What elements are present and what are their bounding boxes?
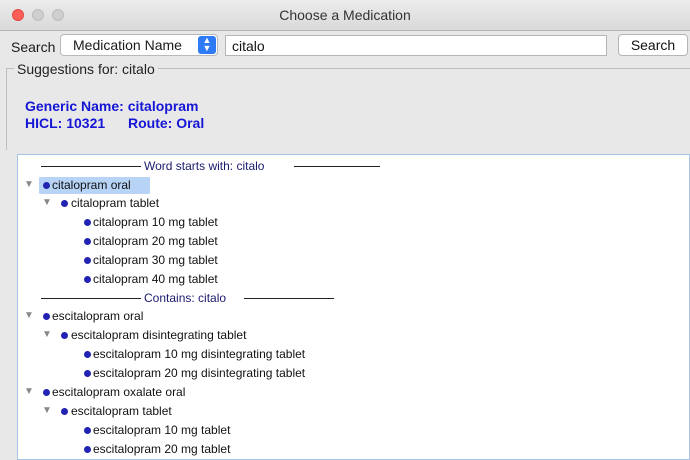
node-bullet-icon [43,313,50,320]
tree-item-label: escitalopram 10 mg tablet [93,423,231,437]
hicl-text: HICL: 10321 [25,115,106,131]
tree-item-label: escitalopram 20 mg disintegrating tablet [93,366,306,380]
node-bullet-icon [84,427,91,434]
tree-item-escitalopram-oral[interactable]: ▼ escitalopram oral [18,308,689,326]
tree-item-label: citalopram tablet [71,196,160,210]
tree-item-citalopram-20mg[interactable]: citalopram 20 mg tablet [18,233,689,251]
node-bullet-icon [84,257,91,264]
node-bullet-icon [43,182,50,189]
tree-item-label: citalopram oral [52,178,131,192]
tree-item-citalopram-40mg[interactable]: citalopram 40 mg tablet [18,271,689,289]
node-bullet-icon [84,238,91,245]
tree-item-label: citalopram 40 mg tablet [93,272,218,286]
route-text: Route: Oral [128,115,205,131]
tree-item-citalopram-10mg[interactable]: citalopram 10 mg tablet [18,214,689,232]
section-contains-label: Contains: citalo [144,291,227,305]
expand-toggle-icon[interactable]: ▼ [24,179,34,190]
section-starts-label: Word starts with: citalo [144,159,265,173]
search-type-select[interactable]: Medication Name ▲ ▼ [60,34,218,56]
window-titlebar: Choose a Medication [0,0,690,31]
expand-toggle-icon[interactable]: ▼ [24,310,34,321]
tree-item-label: citalopram 20 mg tablet [93,234,218,248]
tree-item-citalopram-tablet[interactable]: ▼ citalopram tablet [18,195,689,213]
suggestions-title: Suggestions for: citalo [14,61,158,77]
node-bullet-icon [84,446,91,453]
node-bullet-icon [61,332,68,339]
node-bullet-icon [61,200,68,207]
search-label: Search [11,39,56,55]
search-type-value: Medication Name [73,37,182,53]
tree-item-citalopram-oral[interactable]: ▼ citalopram oral [18,177,689,195]
tree-item-label: escitalopram oral [52,309,144,323]
section-separator-starts: Word starts with: citalo [18,158,689,174]
tree-item-label: citalopram 30 mg tablet [93,253,218,267]
tree-item-citalopram-30mg[interactable]: citalopram 30 mg tablet [18,252,689,270]
node-bullet-icon [61,408,68,415]
node-bullet-icon [84,276,91,283]
generic-name-text: Generic Name: citalopram [25,98,199,114]
search-input[interactable] [225,35,607,56]
medication-tree[interactable]: Word starts with: citalo ▼ citalopram or… [17,154,690,460]
tree-item-label: escitalopram 20 mg tablet [93,442,231,456]
tree-item-label: citalopram 10 mg tablet [93,215,218,229]
tree-item-escitalopram-20mg-tablet[interactable]: escitalopram 20 mg tablet [18,441,689,459]
tree-item-escitalopram-10mg-tablet[interactable]: escitalopram 10 mg tablet [18,422,689,440]
node-bullet-icon [43,389,50,396]
tree-item-escitalopram-disintegrating[interactable]: ▼ escitalopram disintegrating tablet [18,327,689,345]
expand-toggle-icon[interactable]: ▼ [24,386,34,397]
expand-toggle-icon[interactable]: ▼ [42,329,52,340]
tree-item-escitalopram-tablet[interactable]: ▼ escitalopram tablet [18,403,689,421]
node-bullet-icon [84,219,91,226]
tree-item-escitalopram-10mg-disintegrating[interactable]: escitalopram 10 mg disintegrating tablet [18,346,689,364]
node-bullet-icon [84,370,91,377]
window-title: Choose a Medication [279,7,411,23]
expand-toggle-icon[interactable]: ▼ [42,197,52,208]
tree-item-label: escitalopram disintegrating tablet [71,328,247,342]
tree-item-escitalopram-20mg-disintegrating[interactable]: escitalopram 20 mg disintegrating tablet [18,365,689,383]
node-bullet-icon [84,351,91,358]
tree-item-label: escitalopram 10 mg disintegrating tablet [93,347,306,361]
tree-item-escitalopram-oxalate-oral[interactable]: ▼ escitalopram oxalate oral [18,384,689,402]
chevron-up-down-icon: ▲ ▼ [198,36,216,54]
tree-item-label: escitalopram oxalate oral [52,385,186,399]
search-button[interactable]: Search [618,34,688,56]
tree-item-label: escitalopram tablet [71,404,172,418]
section-separator-contains: Contains: citalo [18,290,689,306]
expand-toggle-icon[interactable]: ▼ [42,405,52,416]
